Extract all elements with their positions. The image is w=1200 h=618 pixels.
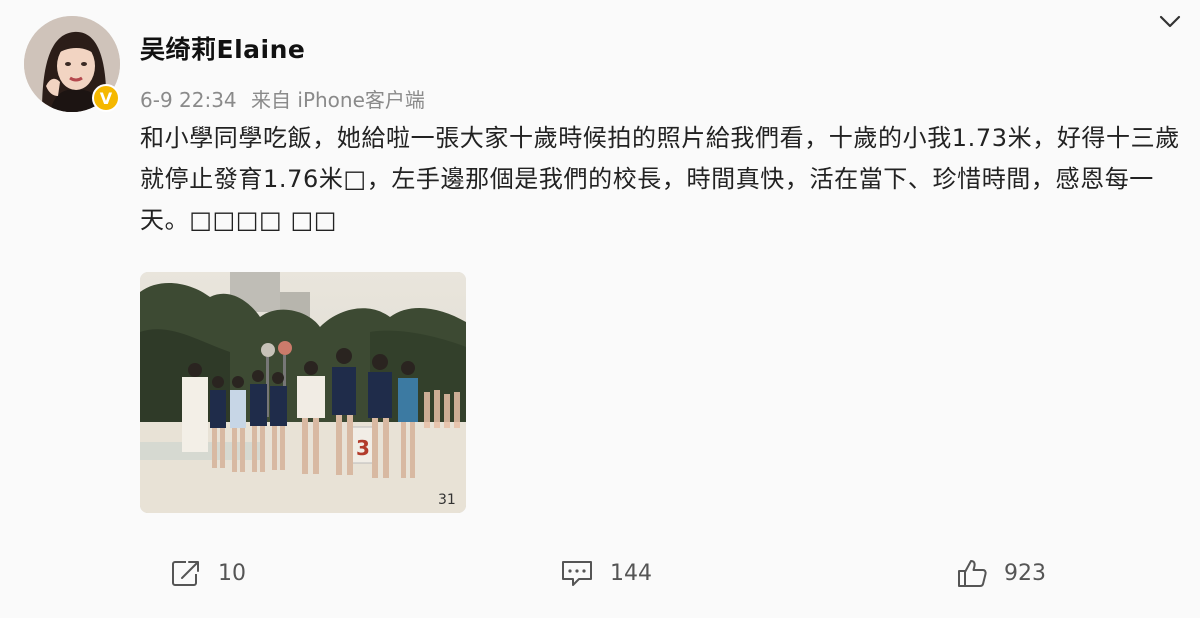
group-photo: 3 31 bbox=[140, 272, 466, 513]
comment-button[interactable]: 144 bbox=[560, 556, 652, 590]
post-photo[interactable]: 3 31 bbox=[140, 272, 466, 513]
repost-button[interactable]: 10 bbox=[170, 556, 246, 590]
verified-badge: V bbox=[92, 84, 120, 112]
comment-icon bbox=[562, 561, 592, 586]
post-text: 和小學同學吃飯，她給啦一張大家十歲時候拍的照片給我們看，十歲的小我1.73米，好… bbox=[140, 124, 1180, 234]
post-meta: 6-9 22:34 来自 iPhone客户端 bbox=[140, 84, 433, 113]
username[interactable]: 吴绮莉Elaine bbox=[140, 30, 305, 66]
podium-number: 3 bbox=[356, 436, 370, 460]
weibo-post-card: V 吴绮莉Elaine 6-9 22:34 来自 iPhone客户端 和小學同學… bbox=[0, 0, 1200, 618]
share-icon bbox=[172, 561, 199, 586]
post-time[interactable]: 6-9 22:34 bbox=[140, 88, 237, 112]
like-count: 923 bbox=[1004, 560, 1046, 586]
like-button[interactable]: 923 bbox=[956, 556, 1046, 590]
thumbs-up-icon bbox=[958, 560, 987, 587]
photo-corner-mark: 31 bbox=[438, 492, 456, 508]
post-source: 来自 iPhone客户端 bbox=[251, 88, 425, 112]
chevron-down-icon[interactable] bbox=[1158, 12, 1182, 32]
repost-count: 10 bbox=[218, 560, 246, 586]
comment-count: 144 bbox=[610, 560, 652, 586]
